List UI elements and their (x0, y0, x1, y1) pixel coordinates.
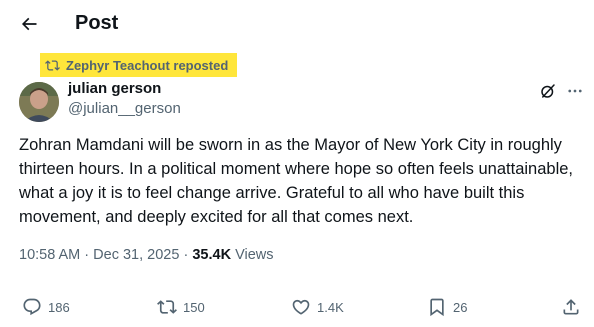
bookmark-icon (430, 298, 444, 317)
bookmark-button[interactable]: 26 (427, 296, 467, 318)
meta-separator: · (84, 247, 90, 263)
views-count: 35.4K (192, 247, 232, 263)
views-label: Views (235, 247, 274, 263)
repost-icon (45, 59, 60, 71)
reply-button[interactable]: 186 (22, 296, 70, 318)
repost-label: Zephyr Teachout reposted (66, 57, 229, 73)
arrow-left-icon (21, 17, 37, 31)
avatar[interactable] (19, 82, 59, 122)
heart-icon (292, 299, 310, 315)
author-display-name[interactable]: julian gerson (68, 80, 161, 98)
more-options-button[interactable] (564, 80, 586, 102)
reply-icon (23, 298, 41, 316)
share-button[interactable] (561, 296, 581, 318)
like-button[interactable]: 1.4K (291, 296, 344, 318)
repost-indicator[interactable]: Zephyr Teachout reposted (40, 53, 237, 77)
back-button[interactable] (14, 10, 44, 38)
page-title: Post (75, 12, 119, 34)
author-handle[interactable]: @julian__gerson (68, 100, 181, 118)
grok-icon (541, 84, 555, 98)
like-count: 1.4K (317, 299, 344, 315)
page-header: Post (0, 0, 594, 48)
tweet-time[interactable]: 10:58 AM (19, 247, 80, 263)
share-icon (563, 299, 579, 315)
repost-button[interactable]: 150 (157, 296, 205, 318)
tweet-actions: 186 150 1.4K 26 (0, 296, 594, 320)
repost-count: 150 (183, 299, 205, 315)
reply-count: 186 (48, 299, 70, 315)
tweet-text: Zohran Mamdani will be sworn in as the M… (19, 136, 574, 226)
bookmark-count: 26 (453, 299, 468, 315)
tweet-meta: 10:58 AM · Dec 31, 2025 · 35.4K Views (19, 246, 274, 264)
more-horizontal-icon (568, 89, 582, 93)
repost-action-icon (157, 300, 177, 314)
meta-separator-2: · (183, 247, 189, 263)
tweet-date[interactable]: Dec 31, 2025 (93, 247, 179, 263)
grok-button[interactable] (537, 80, 559, 102)
